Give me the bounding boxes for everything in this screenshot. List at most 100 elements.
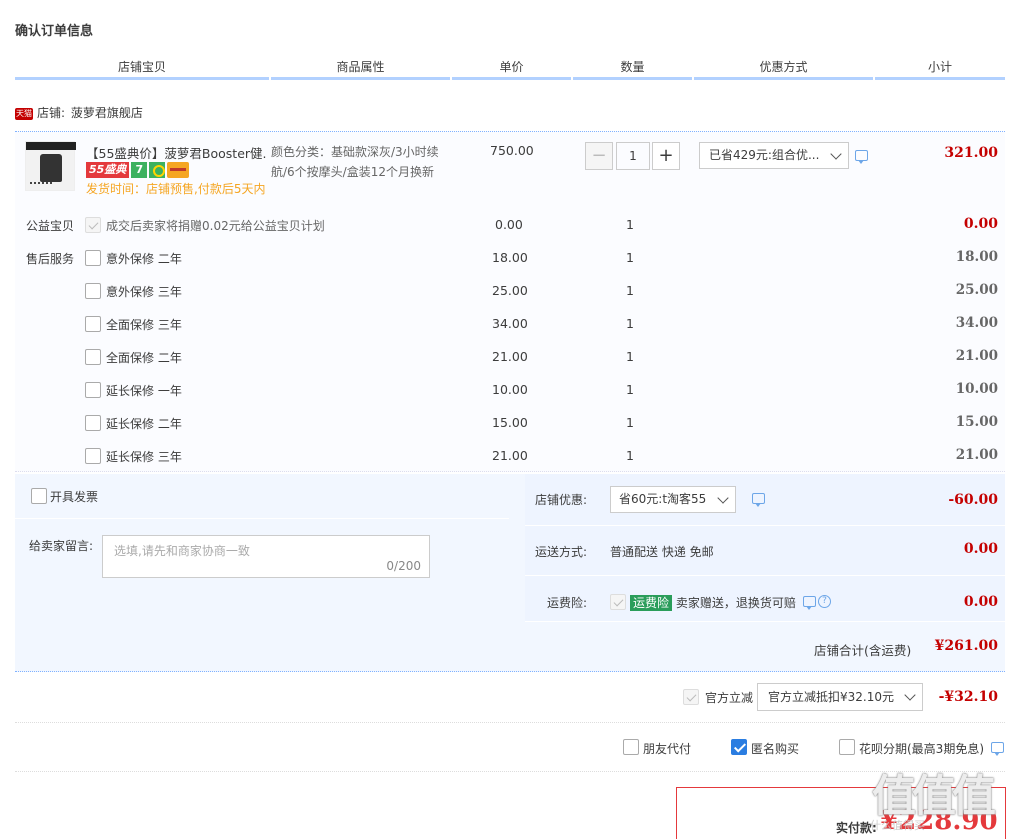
tmall-icon: 天猫 — [15, 107, 33, 120]
insurance-text: 卖家赠送，退换货可赔 — [675, 596, 796, 610]
service-qty: 1 — [626, 250, 634, 265]
chevron-down-icon — [830, 148, 842, 160]
shop-name[interactable]: 菠萝君旗舰店 — [71, 106, 143, 120]
shop-discount-info-icon[interactable] — [752, 493, 765, 507]
help-icon[interactable]: ? — [818, 595, 831, 608]
discount-select-value: 已省429元:组合优... — [709, 148, 820, 162]
service-price: 21.00 — [492, 349, 528, 364]
message-placeholder: 选填,请先和商家协商一致 — [114, 544, 250, 558]
charity-checkbox — [85, 217, 101, 233]
service-name: 延长保修 三年 — [106, 450, 182, 464]
col-header-shop-item: 店铺宝贝 — [15, 58, 269, 80]
shop-discount-value: 省60元:t淘客55 — [619, 492, 707, 506]
product-attrs: 颜色分类：基础款深灰/3小时续航/6个按摩头/盒装12个月换新 — [271, 145, 439, 179]
service-qty: 1 — [626, 382, 634, 397]
product-thumbnail[interactable] — [25, 141, 76, 191]
product-unit-price: 750.00 — [490, 143, 534, 158]
service-price: 21.00 — [492, 448, 528, 463]
shop-discount-label: 店铺优惠: — [535, 493, 588, 507]
service-checkbox[interactable] — [85, 448, 101, 464]
service-subtotal: 10.00 — [955, 381, 998, 397]
service-checkbox[interactable] — [85, 316, 101, 332]
anonymous-label: 匿名购买 — [751, 742, 800, 756]
shop-row: 天猫 店铺: 菠萝君旗舰店 — [15, 104, 143, 124]
charity-subtotal: 0.00 — [963, 216, 998, 232]
charity-price: 0.00 — [495, 217, 523, 232]
service-name: 全面保修 三年 — [106, 318, 182, 332]
huabei-checkbox[interactable] — [839, 739, 855, 755]
service-subtotal: 34.00 — [955, 315, 998, 331]
product-name-link[interactable]: 【55盛典价】菠萝君Booster健... — [86, 143, 266, 162]
shop-label: 店铺: — [37, 106, 66, 120]
insurance-chat-icon[interactable] — [803, 596, 816, 610]
service-checkbox[interactable] — [85, 382, 101, 398]
service-name: 意外保修 三年 — [106, 285, 182, 299]
message-count: 0/200 — [386, 559, 421, 573]
service-checkbox[interactable] — [85, 250, 101, 266]
watermark-logo: 值值值 — [872, 771, 996, 822]
huabei-info-icon[interactable] — [991, 742, 1004, 756]
col-header-qty: 数量 — [573, 58, 692, 80]
service-price: 18.00 — [492, 250, 528, 265]
friend-pay-label: 朋友代付 — [643, 742, 692, 756]
message-input[interactable]: 选填,请先和商家协商一致 0/200 — [102, 535, 430, 578]
badge-card-icon — [167, 162, 190, 178]
invoice-checkbox[interactable] — [31, 488, 47, 504]
service-subtotal: 18.00 — [955, 249, 998, 265]
friend-pay-checkbox[interactable] — [623, 739, 639, 755]
col-header-unit-price: 单价 — [452, 58, 571, 80]
gov-discount-amount: -¥32.10 — [938, 689, 998, 705]
qty-plus-button[interactable]: + — [652, 142, 680, 170]
discount-info-icon[interactable] — [855, 150, 868, 164]
charity-label: 公益宝贝 — [26, 219, 75, 233]
anonymous-checkbox[interactable] — [731, 739, 747, 755]
badge-service-icon — [149, 162, 166, 178]
service-subtotal: 21.00 — [955, 348, 998, 364]
column-headers: 店铺宝贝 商品属性 单价 数量 优惠方式 小计 — [15, 58, 1005, 80]
service-price: 34.00 — [492, 316, 528, 331]
shop-discount-select[interactable]: 省60元:t淘客55 — [610, 486, 736, 513]
watermark-text: 什么值得买 — [870, 819, 925, 832]
service-name: 全面保修 二年 — [106, 351, 182, 365]
after-sales-label: 售后服务 — [26, 252, 75, 266]
insurance-label: 运费险: — [547, 596, 588, 610]
shipping-label: 运送方式: — [535, 545, 588, 559]
gov-discount-label: 官方立减 — [705, 691, 754, 705]
service-price: 10.00 — [492, 382, 528, 397]
insurance-checkbox — [610, 594, 626, 610]
message-label: 给卖家留言: — [29, 539, 94, 553]
col-header-attrs: 商品属性 — [271, 58, 450, 80]
gov-discount-value: 官方立减抵扣¥32.10元 — [768, 690, 894, 704]
service-price: 25.00 — [492, 283, 528, 298]
shipping-amount: 0.00 — [963, 541, 998, 557]
col-header-discount: 优惠方式 — [694, 58, 873, 80]
service-checkbox[interactable] — [85, 349, 101, 365]
col-header-subtotal: 小计 — [875, 58, 1005, 80]
page-title: 确认订单信息 — [15, 24, 94, 39]
badge-7-day-return: 7 — [131, 162, 148, 178]
charity-qty: 1 — [626, 217, 634, 232]
service-price: 15.00 — [492, 415, 528, 430]
divider — [15, 722, 1005, 723]
divider — [15, 771, 1005, 772]
product-badges: 55盛典 7 — [86, 162, 190, 178]
service-subtotal: 21.00 — [955, 447, 998, 463]
discount-select[interactable]: 已省429元:组合优... — [699, 142, 849, 169]
service-checkbox[interactable] — [85, 283, 101, 299]
service-qty: 1 — [626, 448, 634, 463]
service-checkbox[interactable] — [85, 415, 101, 431]
ship-time: 发货时间：店铺预售,付款后5天内 — [86, 182, 266, 196]
service-name: 意外保修 二年 — [106, 252, 182, 266]
service-name: 延长保修 二年 — [106, 417, 182, 431]
service-name: 延长保修 一年 — [106, 384, 182, 398]
qty-input[interactable]: 1 — [616, 142, 650, 170]
service-qty: 1 — [626, 349, 634, 364]
gov-discount-checkbox — [683, 689, 699, 705]
shop-discount-amount: -60.00 — [948, 492, 998, 508]
qty-minus-button[interactable]: − — [585, 142, 613, 170]
service-qty: 1 — [626, 415, 634, 430]
chevron-down-icon — [717, 492, 729, 504]
invoice-label: 开具发票 — [50, 490, 99, 504]
product-subtotal: 321.00 — [944, 145, 998, 161]
insurance-amount: 0.00 — [963, 594, 998, 610]
